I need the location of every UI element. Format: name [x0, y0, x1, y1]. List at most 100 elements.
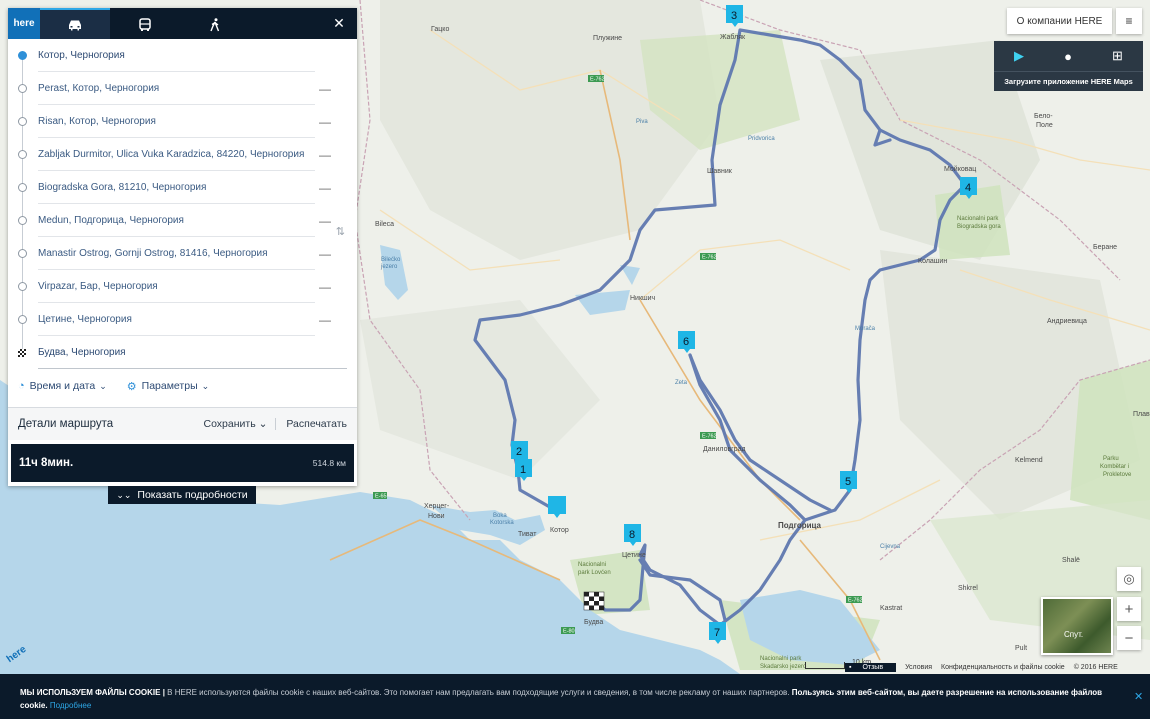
waypoint-list: Котор, Черногория Perast, Котор, Черного…	[8, 39, 357, 369]
zoom-out-button[interactable]: −	[1117, 626, 1141, 650]
waypoint-item[interactable]: Biogradska Gora, 81210, Черногория —	[8, 171, 357, 204]
tab-public-transport[interactable]	[110, 8, 180, 39]
svg-text:Шавник: Шавник	[707, 168, 733, 175]
waypoint-label[interactable]: Котор, Черногория	[38, 39, 315, 72]
swap-direction-icon[interactable]: ⇅	[336, 225, 345, 238]
svg-text:Колашин: Колашин	[918, 258, 947, 265]
parameters-toggle[interactable]: ⚙ Параметры ⌄	[127, 380, 209, 393]
svg-text:Boka: Boka	[493, 513, 507, 519]
app-download-box[interactable]: ▶ ● ⊞ Загрузите приложение HERE Maps	[994, 41, 1143, 91]
windows-icon[interactable]: ⊞	[1112, 48, 1123, 64]
chevron-down-icon: ⌄	[99, 380, 107, 391]
cookie-more-link[interactable]: Подробнее	[50, 701, 92, 710]
here-logo[interactable]: here	[8, 8, 40, 39]
waypoint-item[interactable]: Medun, Подгорица, Черногория —	[8, 204, 357, 237]
svg-text:2: 2	[516, 446, 522, 458]
waypoint-item[interactable]: Perast, Котор, Черногория —	[8, 72, 357, 105]
tab-car[interactable]	[40, 8, 110, 39]
svg-text:Shkrel: Shkrel	[958, 585, 978, 592]
gear-icon: ⚙	[126, 380, 137, 393]
chevron-down-icon: ⌄	[201, 380, 210, 391]
waypoint-item[interactable]: Будва, Черногория	[8, 336, 357, 369]
svg-text:7: 7	[714, 627, 720, 639]
waypoint-item[interactable]: Virpazar, Бар, Черногория —	[8, 270, 357, 303]
store-icons: ▶ ● ⊞	[994, 41, 1143, 72]
waypoint-label[interactable]: Будва, Черногория	[38, 336, 347, 369]
svg-text:Skadarsko jezero: Skadarsko jezero	[760, 664, 807, 670]
waypoint-label[interactable]: Zabljak Durmitor, Ulica Vuka Karadzica, …	[38, 138, 315, 171]
waypoint-item[interactable]: Manastir Ostrog, Gornji Ostrog, 81416, Ч…	[8, 237, 357, 270]
svg-text:Котор: Котор	[550, 527, 569, 534]
remove-waypoint-button[interactable]: —	[315, 181, 335, 195]
walk-icon	[210, 17, 220, 31]
waypoint-label[interactable]: Medun, Подгорица, Черногория	[38, 204, 315, 237]
svg-text:Никшич: Никшич	[630, 295, 656, 302]
feedback-button[interactable]: ▪ Отзыв	[845, 663, 897, 672]
route-distance: 514.8 км	[312, 458, 346, 468]
tab-walk[interactable]	[180, 8, 250, 39]
svg-text:Bileca: Bileca	[375, 221, 394, 228]
google-play-icon[interactable]: ▶	[1014, 48, 1024, 64]
show-details-button[interactable]: ⌄⌄ Показать подробности	[108, 486, 256, 504]
chevron-down-icon: ⌄	[258, 418, 268, 430]
about-here-button[interactable]: О компании HERE	[1007, 8, 1112, 34]
svg-text:Pridvorica: Pridvorica	[748, 136, 775, 142]
remove-waypoint-button[interactable]: —	[315, 148, 335, 162]
svg-text:Kombëtar i: Kombëtar i	[1100, 464, 1129, 470]
svg-text:Nacionalni: Nacionalni	[578, 562, 606, 568]
svg-text:Morača: Morača	[855, 326, 876, 332]
route-panel: here ✕ Котор, Черногория Perast, Котор, …	[8, 8, 357, 486]
feedback-label: Отзыв	[862, 664, 884, 671]
remove-waypoint-button[interactable]: —	[315, 115, 335, 129]
waypoint-label[interactable]: Цетине, Черногория	[38, 303, 315, 336]
remove-waypoint-button[interactable]: —	[315, 313, 335, 327]
svg-text:8: 8	[629, 529, 635, 541]
remove-waypoint-button[interactable]: —	[315, 280, 335, 294]
svg-text:Будва: Будва	[584, 619, 603, 626]
svg-text:Беране: Беране	[1093, 244, 1117, 251]
svg-text:3: 3	[731, 10, 737, 22]
locate-icon: ◎	[1123, 571, 1135, 586]
waypoint-item[interactable]: Цетине, Черногория —	[8, 303, 357, 336]
waypoint-label[interactable]: Manastir Ostrog, Gornji Ostrog, 81416, Ч…	[38, 237, 315, 270]
zoom-in-button[interactable]: +	[1117, 597, 1141, 621]
remove-waypoint-button[interactable]: —	[315, 214, 335, 228]
terms-link[interactable]: Условия	[905, 664, 932, 671]
cookie-close-button[interactable]: ✕	[1134, 690, 1143, 703]
svg-text:jezero: jezero	[380, 264, 398, 270]
waypoint-label[interactable]: Risan, Котор, Черногория	[38, 105, 315, 138]
waypoint-label[interactable]: Perast, Котор, Черногория	[38, 72, 315, 105]
waypoint-label[interactable]: Biogradska Gora, 81210, Черногория	[38, 171, 315, 204]
waypoint-item[interactable]: Котор, Черногория	[8, 39, 357, 72]
parameters-label: Параметры	[141, 380, 198, 392]
svg-text:Prokletove: Prokletove	[1103, 472, 1132, 478]
privacy-link[interactable]: Конфиденциальность и файлы cookie	[941, 664, 1065, 671]
apple-icon[interactable]: ●	[1064, 49, 1072, 64]
waypoint-item[interactable]: Risan, Котор, Черногория —	[8, 105, 357, 138]
menu-button[interactable]: ≡	[1116, 8, 1142, 34]
remove-waypoint-button[interactable]: —	[315, 247, 335, 261]
route-summary[interactable]: 11ч 8мин. 514.8 км	[11, 444, 354, 482]
route-details-title: Детали маршрута	[18, 418, 114, 430]
close-button[interactable]: ✕	[321, 8, 357, 39]
svg-text:Цетине: Цетине	[622, 552, 646, 559]
svg-text:Parku: Parku	[1103, 456, 1119, 462]
minus-icon: −	[1124, 629, 1134, 647]
route-marker-finish	[583, 591, 605, 611]
svg-text:Piva: Piva	[636, 119, 648, 125]
via-dot-icon	[18, 282, 27, 291]
svg-text:park Lovćen: park Lovćen	[578, 570, 611, 576]
save-button[interactable]: Сохранить ⌄	[203, 418, 277, 430]
svg-text:Shalë: Shalë	[1062, 557, 1080, 564]
satellite-view-toggle[interactable]	[1041, 597, 1113, 655]
route-options: ◔ Время и дата ⌄ ⚙ Параметры ⌄	[8, 369, 357, 403]
waypoint-label[interactable]: Virpazar, Бар, Черногория	[38, 270, 315, 303]
plus-icon: +	[1124, 600, 1134, 618]
waypoint-item[interactable]: Zabljak Durmitor, Ulica Vuka Karadzica, …	[8, 138, 357, 171]
remove-waypoint-button[interactable]: —	[315, 82, 335, 96]
cookie-title: МЫ ИСПОЛЬЗУЕМ ФАЙЛЫ COOKIE |	[20, 688, 165, 697]
time-date-toggle[interactable]: ◔ Время и дата ⌄	[18, 380, 107, 392]
svg-text:Плав: Плав	[1133, 411, 1150, 418]
print-button[interactable]: Распечатать	[286, 418, 347, 430]
locate-me-button[interactable]: ◎	[1117, 567, 1141, 591]
